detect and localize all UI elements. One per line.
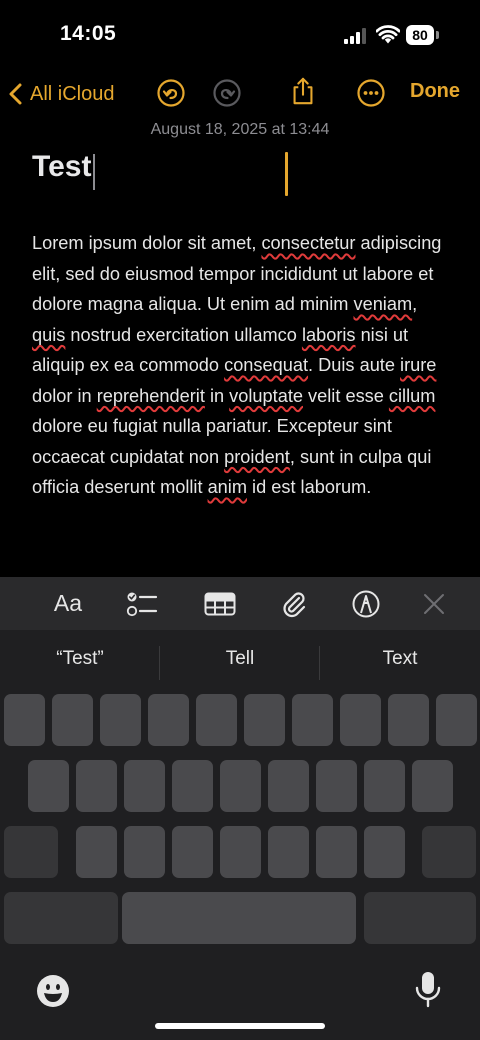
- text-caret: [93, 154, 95, 190]
- insertion-cursor: [285, 152, 288, 196]
- letter-key[interactable]: [436, 694, 477, 746]
- checklist-icon: [126, 592, 158, 616]
- cellular-signal-icon: [344, 28, 368, 44]
- back-label: All iCloud: [30, 82, 115, 105]
- note-title[interactable]: Test: [32, 150, 91, 184]
- letter-key[interactable]: [196, 694, 237, 746]
- letter-key[interactable]: [316, 826, 357, 878]
- letter-key[interactable]: [268, 826, 309, 878]
- misspelled-word[interactable]: voluptate: [229, 386, 303, 406]
- close-toolbar-button[interactable]: [414, 577, 454, 630]
- misspelled-word[interactable]: irure: [400, 355, 436, 375]
- misspelled-word[interactable]: proident: [224, 447, 290, 467]
- return-key[interactable]: [364, 892, 476, 944]
- letter-key[interactable]: [172, 760, 213, 812]
- status-time: 14:05: [60, 22, 117, 45]
- attachment-button[interactable]: [274, 577, 314, 630]
- attachment-icon: [283, 591, 306, 617]
- body-text: in: [204, 385, 230, 406]
- misspelled-word[interactable]: consectetur: [261, 233, 355, 253]
- battery-indicator: 80: [406, 25, 434, 45]
- redo-icon[interactable]: [212, 78, 242, 108]
- microphone-icon[interactable]: [414, 970, 442, 1010]
- letter-key[interactable]: [316, 760, 357, 812]
- chevron-left-icon: [9, 83, 22, 105]
- home-indicator[interactable]: [155, 1023, 325, 1029]
- letter-key[interactable]: [220, 760, 261, 812]
- letter-key[interactable]: [100, 694, 141, 746]
- space-key[interactable]: [122, 892, 356, 944]
- letter-key[interactable]: [364, 826, 405, 878]
- misspelled-word[interactable]: laboris: [302, 325, 356, 345]
- note-date: August 18, 2025 at 13:44: [150, 121, 330, 138]
- letter-key[interactable]: [124, 760, 165, 812]
- table-icon: [204, 592, 236, 615]
- markup-icon: [352, 590, 380, 617]
- suggestion-item[interactable]: Tell: [160, 648, 320, 676]
- letter-key[interactable]: [340, 694, 381, 746]
- suggestion-item[interactable]: “Test”: [0, 648, 160, 676]
- body-text: ,: [412, 294, 418, 314]
- misspelled-word[interactable]: reprehenderit: [97, 386, 205, 406]
- body-text: id est laborum.: [246, 477, 372, 497]
- letter-key[interactable]: [364, 760, 405, 812]
- misspelled-word[interactable]: cillum: [389, 386, 435, 406]
- suggestion-item[interactable]: Text: [320, 648, 480, 676]
- emoji-icon[interactable]: [36, 974, 70, 1008]
- letter-key[interactable]: [220, 826, 261, 878]
- letter-key[interactable]: [76, 826, 117, 878]
- checklist-button[interactable]: [122, 577, 162, 630]
- misspelled-word[interactable]: anim: [208, 477, 247, 497]
- format-button[interactable]: Aa: [46, 577, 90, 630]
- more-icon[interactable]: [356, 78, 386, 108]
- letter-key[interactable]: [124, 826, 165, 878]
- letter-key[interactable]: [4, 694, 45, 746]
- close-icon: [424, 593, 444, 614]
- battery-cap: [436, 31, 439, 39]
- body-text: . Duis aute: [308, 355, 401, 375]
- letter-key[interactable]: [412, 760, 453, 812]
- letter-key[interactable]: [148, 694, 189, 746]
- back-button[interactable]: All iCloud: [8, 78, 114, 110]
- numbers-key[interactable]: [4, 892, 118, 944]
- shift-key[interactable]: [4, 826, 58, 878]
- letter-key[interactable]: [388, 694, 429, 746]
- letter-key[interactable]: [52, 694, 93, 746]
- letter-key[interactable]: [292, 694, 333, 746]
- wifi-icon: [376, 25, 400, 44]
- letter-key[interactable]: [28, 760, 69, 812]
- share-icon[interactable]: [288, 76, 318, 106]
- body-text: nostrud exercitation ullamco: [65, 324, 302, 345]
- formatting-toolbar: Aa: [0, 577, 480, 630]
- letter-key[interactable]: [268, 760, 309, 812]
- misspelled-word[interactable]: veniam: [353, 294, 412, 314]
- letter-key[interactable]: [172, 826, 213, 878]
- table-button[interactable]: [200, 577, 240, 630]
- letter-key[interactable]: [244, 694, 285, 746]
- letter-key[interactable]: [76, 760, 117, 812]
- misspelled-word[interactable]: quis: [32, 325, 65, 345]
- markup-button[interactable]: [346, 577, 386, 630]
- body-text: Lorem ipsum dolor sit amet,: [32, 233, 262, 253]
- body-text: velit esse: [303, 385, 389, 406]
- done-button[interactable]: Done: [410, 80, 460, 103]
- undo-icon[interactable]: [156, 78, 186, 108]
- misspelled-word[interactable]: consequat: [224, 355, 308, 375]
- note-body[interactable]: Lorem ipsum dolor sit amet, consectetur …: [32, 228, 452, 503]
- body-text: dolor in: [32, 385, 97, 406]
- backspace-key[interactable]: [422, 826, 476, 878]
